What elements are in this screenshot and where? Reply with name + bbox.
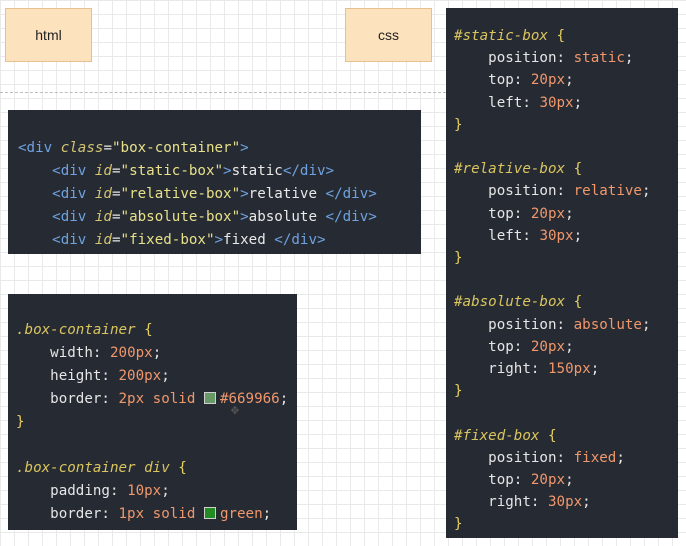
code-line: top: 20px; (488, 338, 574, 355)
code-line: top: 20px; (488, 205, 574, 222)
code-line: position: relative; (488, 183, 651, 200)
code-line: right: 30px; (488, 494, 591, 511)
css-selector: #relative-box (454, 161, 566, 178)
id-value: "static-box" (120, 163, 224, 179)
code-line: <div class="box-container"> (18, 140, 249, 156)
css-selector: #static-box (454, 28, 548, 44)
code-line: <div id="fixed-box">fixed </div> (52, 232, 326, 248)
color-swatch[interactable] (203, 507, 216, 519)
child-text: static (231, 163, 283, 179)
id-value: "fixed-box" (120, 232, 215, 248)
dashed-divider (0, 92, 446, 93)
code-line: position: fixed; (488, 449, 625, 466)
code-line: top: 20px; (488, 472, 574, 489)
code-line: background-color: #ffdddd; (16, 526, 297, 530)
code-line: left: 30px; (488, 94, 583, 111)
class-attr: class (60, 140, 104, 156)
css-box-container-panel: .box-container { width: 200px; height: 2… (8, 294, 297, 530)
child-text: fixed (223, 232, 275, 248)
html-label: html (5, 8, 92, 62)
code-line: <div id="relative-box">relative </div> (52, 186, 377, 202)
code-line: } (454, 383, 463, 400)
html-label-text: html (35, 27, 62, 43)
css-selector: #absolute-box (454, 294, 566, 311)
code-line: position: absolute; (488, 316, 651, 333)
code-line: position: static; (488, 50, 634, 67)
code-line: border: 2px solid #669966; (50, 391, 289, 407)
child-text: absolute (248, 209, 326, 225)
code-line: <div id="static-box">static</div> (52, 163, 335, 179)
css-selector: #fixed-box (454, 427, 540, 444)
code-line: } (454, 116, 463, 133)
class-value: "box-container" (111, 140, 241, 156)
css-label: css (345, 8, 432, 62)
code-line: height: 200px; (50, 368, 170, 384)
code-line: border: 1px solid green; (50, 506, 272, 522)
code-line: .box-container { (16, 322, 153, 338)
code-line: #relative-box { (454, 161, 583, 178)
child-text: relative (248, 186, 326, 202)
css-selector: .box-container div (16, 460, 170, 476)
css-selector: .box-container (16, 322, 136, 338)
code-line: left: 30px; (488, 227, 583, 244)
css-position-panel: #static-box { position: static; top: 20p… (446, 8, 678, 538)
id-value: "absolute-box" (120, 209, 241, 225)
code-line: </div> (18, 252, 421, 254)
code-line: } (454, 250, 463, 267)
color-swatch[interactable] (203, 392, 216, 404)
code-line: .box-container div { (16, 460, 187, 476)
code-line: #absolute-box { (454, 294, 583, 311)
code-line: right: 150px; (488, 361, 600, 378)
code-line: #fixed-box { (454, 427, 557, 444)
code-line: padding: 10px; (50, 483, 170, 499)
id-value: "relative-box" (120, 186, 241, 202)
code-line: #static-box { (454, 28, 566, 44)
move-cursor-icon: ✥ (230, 402, 240, 418)
code-line: top: 20px; (488, 72, 574, 89)
code-line: } (16, 414, 25, 430)
html-code-panel: <div class="box-container"> <div id="sta… (8, 110, 421, 254)
code-line: <div id="absolute-box">absolute </div> (52, 209, 377, 225)
code-line: } (454, 516, 463, 533)
css-label-text: css (378, 27, 399, 43)
tag-open: <div (18, 140, 53, 156)
code-line: width: 200px; (50, 345, 162, 361)
